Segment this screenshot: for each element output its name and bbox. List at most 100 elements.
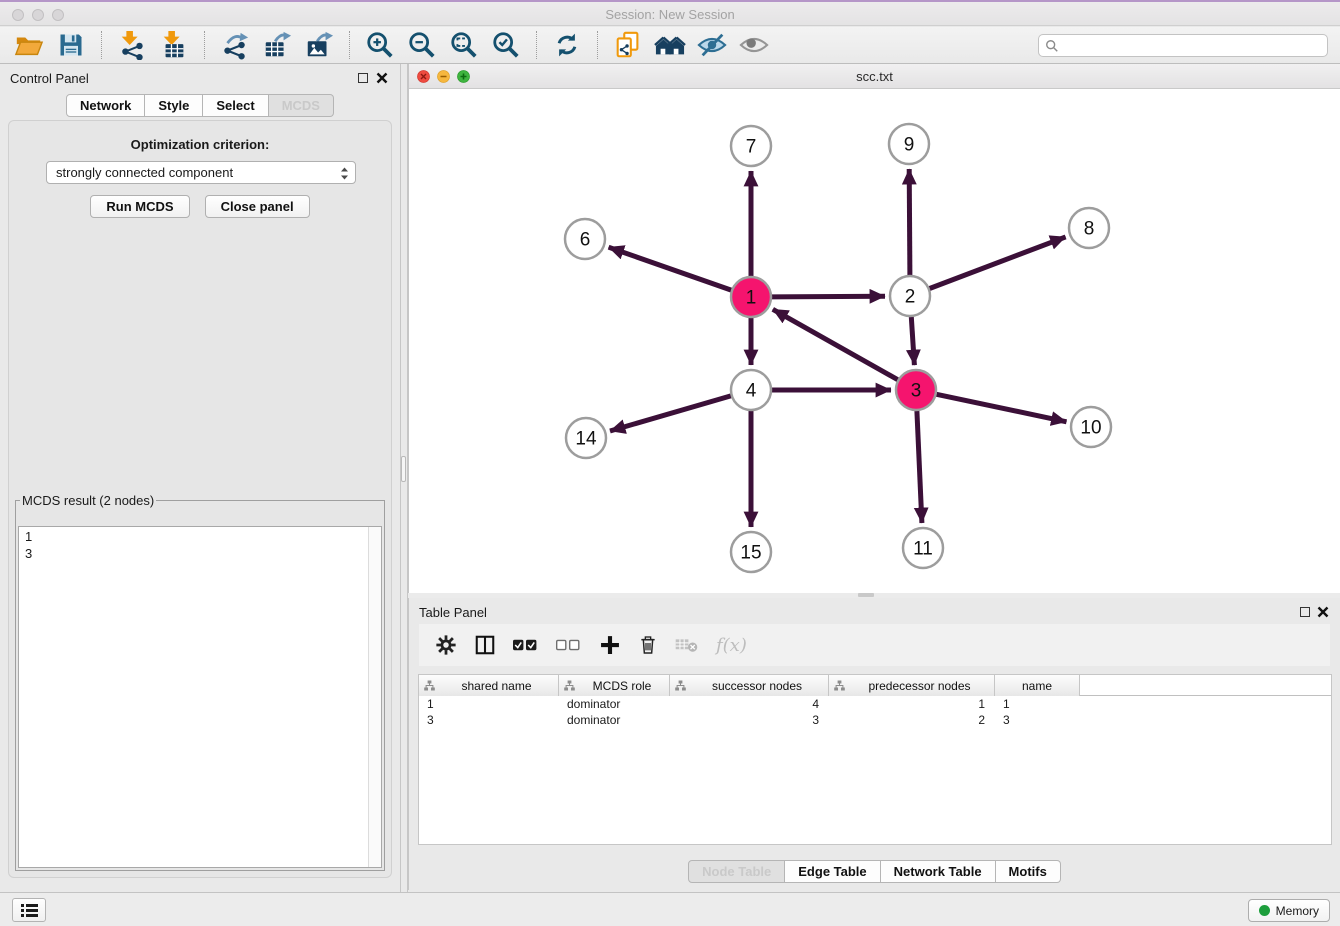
- table-options-icon[interactable]: [435, 630, 457, 660]
- table-cell[interactable]: 4: [670, 696, 829, 712]
- graph-node-1[interactable]: 1: [731, 277, 771, 317]
- search-icon: [1045, 39, 1059, 53]
- show-column-icon[interactable]: [474, 630, 496, 660]
- graph-node-14[interactable]: 14: [566, 418, 606, 458]
- table-cell[interactable]: 3: [419, 712, 559, 728]
- network-graph: 7 9 6 8 1 2 4 3 14 10 15 11: [409, 89, 1340, 593]
- graph-node-8[interactable]: 8: [1069, 208, 1109, 248]
- export-network-icon[interactable]: [219, 29, 251, 61]
- run-mcds-button[interactable]: Run MCDS: [90, 195, 189, 218]
- float-table-panel-icon[interactable]: [1300, 607, 1310, 617]
- graph-edge-4-14[interactable]: [610, 396, 731, 431]
- table-tab-edge-table[interactable]: Edge Table: [785, 860, 880, 883]
- column-header-shared-name[interactable]: shared name: [419, 675, 559, 696]
- memory-status-icon: [1259, 905, 1270, 916]
- table-cell[interactable]: 2: [829, 712, 995, 728]
- control-tab-mcds[interactable]: MCDS: [269, 94, 334, 117]
- criterion-dropdown[interactable]: strongly connected component: [46, 161, 356, 184]
- table-tab-node-table[interactable]: Node Table: [688, 860, 785, 883]
- memory-button[interactable]: Memory: [1248, 899, 1330, 922]
- graph-edge-3-10[interactable]: [937, 394, 1067, 422]
- graph-edge-2-9[interactable]: [909, 169, 910, 275]
- column-header-name[interactable]: name: [995, 675, 1080, 696]
- network-snapshot-icon[interactable]: [612, 29, 644, 61]
- optimization-criterion-label: Optimization criterion:: [9, 137, 391, 152]
- svg-text:10: 10: [1080, 418, 1101, 439]
- hierarchy-icon: [834, 680, 845, 691]
- network-canvas[interactable]: 7 9 6 8 1 2 4 3 14 10 15 11: [409, 89, 1340, 593]
- export-image-icon[interactable]: [303, 29, 335, 61]
- graph-node-9[interactable]: 9: [889, 124, 929, 164]
- table-cell[interactable]: dominator: [559, 712, 670, 728]
- zoom-in-icon[interactable]: [364, 29, 396, 61]
- first-neighbors-icon[interactable]: [654, 29, 686, 61]
- column-header-MCDS-role[interactable]: MCDS role: [559, 675, 670, 696]
- vertical-splitter-handle[interactable]: [401, 456, 406, 482]
- graph-node-6[interactable]: 6: [565, 219, 605, 259]
- apply-layout-icon[interactable]: [551, 29, 583, 61]
- hide-selected-icon[interactable]: [696, 29, 728, 61]
- graph-node-4[interactable]: 4: [731, 370, 771, 410]
- table-tab-network-table[interactable]: Network Table: [881, 860, 996, 883]
- list-icon: [21, 903, 38, 918]
- control-tab-network[interactable]: Network: [66, 94, 145, 117]
- add-column-icon[interactable]: [599, 630, 621, 660]
- graph-node-11[interactable]: 11: [903, 528, 943, 568]
- graph-node-2[interactable]: 2: [890, 276, 930, 316]
- mcds-result-text: 13: [19, 527, 367, 867]
- graph-edge-3-1[interactable]: [773, 309, 898, 379]
- result-scrollbar[interactable]: [368, 527, 381, 867]
- table-cell[interactable]: 3: [670, 712, 829, 728]
- export-table-icon[interactable]: [261, 29, 293, 61]
- search-box[interactable]: [1038, 34, 1328, 57]
- graph-edge-1-6[interactable]: [609, 247, 732, 290]
- import-network-icon[interactable]: [116, 29, 148, 61]
- column-header-successor-nodes[interactable]: successor nodes: [670, 675, 829, 696]
- save-session-icon[interactable]: [55, 29, 87, 61]
- horizontal-splitter-handle[interactable]: [858, 593, 874, 597]
- mcds-result-line: 3: [25, 545, 361, 562]
- table-cell[interactable]: 1: [829, 696, 995, 712]
- graph-node-10[interactable]: 10: [1071, 407, 1111, 447]
- unselect-all-columns-icon[interactable]: [556, 630, 582, 660]
- select-all-columns-icon[interactable]: [513, 630, 539, 660]
- toolbar-separator: [349, 31, 350, 59]
- column-header-predecessor-nodes[interactable]: predecessor nodes: [829, 675, 995, 696]
- float-panel-icon[interactable]: [358, 73, 368, 83]
- graph-node-15[interactable]: 15: [731, 532, 771, 572]
- table-cell[interactable]: dominator: [559, 696, 670, 712]
- import-table-icon[interactable]: [158, 29, 190, 61]
- graph-node-3[interactable]: 3: [896, 370, 936, 410]
- vertical-splitter[interactable]: [400, 64, 408, 892]
- close-panel-button[interactable]: Close panel: [205, 195, 310, 218]
- show-all-icon[interactable]: [738, 29, 770, 61]
- graph-node-7[interactable]: 7: [731, 126, 771, 166]
- table-row[interactable]: 3dominator323: [419, 712, 1331, 728]
- graph-edge-3-11[interactable]: [917, 411, 922, 523]
- zoom-selected-icon[interactable]: [490, 29, 522, 61]
- table-tab-motifs[interactable]: Motifs: [996, 860, 1061, 883]
- table-row[interactable]: 1dominator411: [419, 696, 1331, 712]
- delete-column-icon[interactable]: [638, 630, 658, 660]
- zoom-out-icon[interactable]: [406, 29, 438, 61]
- table-cell[interactable]: 1: [995, 696, 1080, 712]
- graph-edge-2-3[interactable]: [911, 317, 914, 365]
- graph-edge-2-8[interactable]: [930, 237, 1066, 289]
- search-input[interactable]: [1059, 36, 1327, 55]
- mcds-result-line: 1: [25, 528, 361, 545]
- table-cell[interactable]: 1: [419, 696, 559, 712]
- control-panel-tabs: NetworkStyleSelectMCDS: [0, 94, 400, 117]
- status-bar: Memory: [0, 892, 1340, 926]
- svg-text:7: 7: [746, 137, 757, 158]
- control-tab-select[interactable]: Select: [203, 94, 268, 117]
- show-panels-button[interactable]: [12, 898, 46, 922]
- control-tab-style[interactable]: Style: [145, 94, 203, 117]
- graph-edge-1-2[interactable]: [772, 296, 885, 297]
- zoom-fit-icon[interactable]: [448, 29, 480, 61]
- mcds-result-box[interactable]: 13: [18, 526, 382, 868]
- open-session-icon[interactable]: [13, 29, 45, 61]
- close-table-panel-icon[interactable]: [1317, 606, 1329, 618]
- table-cell[interactable]: 3: [995, 712, 1080, 728]
- close-panel-icon[interactable]: [376, 72, 388, 84]
- node-table-header: shared nameMCDS rolesuccessor nodesprede…: [419, 675, 1331, 696]
